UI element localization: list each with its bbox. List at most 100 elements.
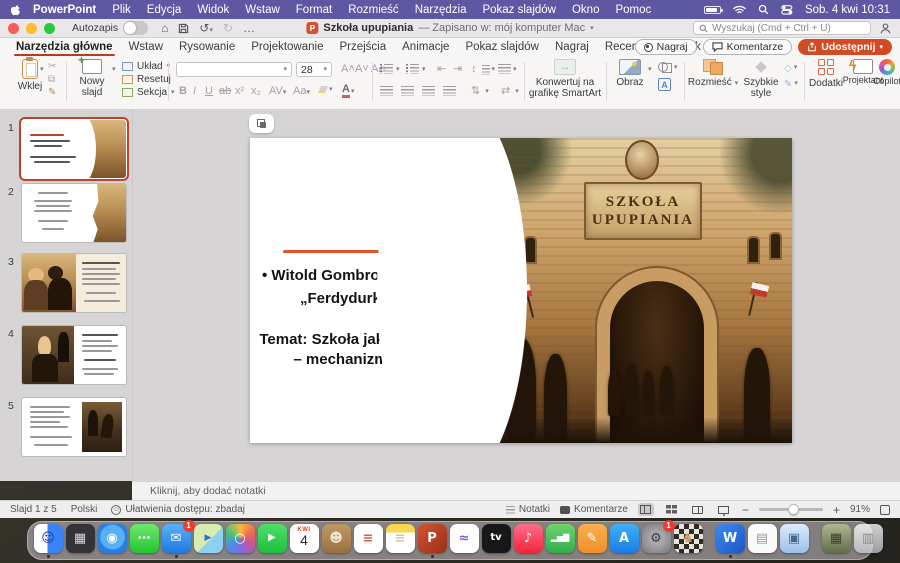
align-right-button[interactable]	[422, 86, 435, 96]
dock-icon-media-viewer[interactable]: ▣	[779, 524, 809, 558]
ribbon-tab[interactable]: Animacje	[394, 38, 457, 56]
language-selector[interactable]: Polski	[71, 504, 98, 515]
menu-item-plik[interactable]: Plik	[104, 4, 139, 16]
ribbon-tab[interactable]: Rysowanie	[171, 38, 243, 56]
zoom-level[interactable]: 91%	[850, 504, 870, 515]
slide-sorter-view-button[interactable]	[664, 503, 680, 516]
quick-styles-button[interactable]: ◆ Szybkie style	[740, 59, 782, 99]
accessibility-check[interactable]: ☺ Ułatwienia dostępu: zbadaj	[111, 504, 245, 515]
change-case-button[interactable]: Aa▾	[290, 86, 313, 97]
subscript-button[interactable]: x₂	[248, 86, 264, 97]
increase-indent-button[interactable]: ⇥	[450, 64, 465, 75]
share-button[interactable]: Udostępnij ▾	[798, 39, 892, 55]
layout-button[interactable]: Układ▾	[122, 61, 170, 72]
ribbon-tab[interactable]: Wstaw	[121, 38, 172, 56]
reading-view-button[interactable]	[690, 503, 706, 516]
presenter-view-button[interactable]	[716, 503, 732, 516]
zoom-slider[interactable]	[759, 508, 823, 511]
dock-icon-messages[interactable]: ⋯	[129, 524, 159, 558]
menu-item-narzedzia[interactable]: Narzędzia	[407, 4, 475, 16]
slide-thumbnail-1[interactable]	[22, 120, 126, 178]
ribbon-tab[interactable]: Narzędzia główne	[8, 38, 121, 56]
dock-icon-downloads-folder[interactable]: ▦	[821, 524, 851, 558]
dock-icon-finder[interactable]: ☺	[33, 524, 63, 558]
slide-illustration[interactable]: SZKOŁA UPUPIANIA	[492, 138, 792, 443]
italic-button[interactable]: I	[190, 86, 199, 97]
format-painter-icon[interactable]: ✎	[48, 88, 56, 98]
save-icon[interactable]	[173, 23, 194, 34]
dock-icon-app-store[interactable]: A	[609, 524, 639, 558]
close-window-button[interactable]	[8, 23, 19, 34]
dock-icon-numbers[interactable]: ▂▅▇	[545, 524, 575, 558]
redo-button[interactable]: ↻	[218, 19, 238, 38]
control-center-icon[interactable]	[781, 5, 793, 15]
dock-icon-apple-tv[interactable]: tv	[481, 524, 511, 558]
menu-item-powerpoint[interactable]: PowerPoint	[25, 4, 104, 16]
font-size-combo[interactable]: 28▾	[296, 62, 332, 77]
zoom-window-button[interactable]	[44, 23, 55, 34]
dock-icon-safari[interactable]: ◉	[97, 524, 127, 558]
spotlight-search-icon[interactable]	[758, 4, 769, 15]
ribbon-tab[interactable]: Pokaz slajdów	[457, 38, 547, 56]
shape-fill-button[interactable]: ◇▾	[784, 64, 797, 74]
shape-outline-button[interactable]: ✎▾	[784, 80, 798, 90]
ribbon-tab[interactable]: Nagraj	[547, 38, 597, 56]
paste-dropdown[interactable]: ▾	[40, 66, 44, 73]
line-spacing-button[interactable]: ↕▾	[468, 64, 495, 75]
dock-icon-contacts[interactable]: ☻	[321, 524, 351, 558]
document-title[interactable]: P Szkoła upupiania — Zapisano w: mój kom…	[306, 22, 593, 34]
font-color-button[interactable]: A ▾	[342, 84, 354, 98]
new-slide-button[interactable]: Nowy slajd	[70, 59, 114, 98]
dock-icon-word[interactable]: W	[715, 524, 745, 558]
menu-item-format[interactable]: Format	[288, 4, 340, 16]
highlight-color-button[interactable]: ▾	[318, 86, 333, 93]
dock-icon-freeform[interactable]: ≈	[449, 524, 479, 558]
dock-icon-powerpoint[interactable]: P	[417, 524, 447, 558]
dock-icon-calendar[interactable]: KWI 4	[289, 524, 319, 558]
bullets-button[interactable]: ▾	[380, 64, 400, 74]
record-button[interactable]: Nagraj	[635, 39, 697, 55]
home-icon[interactable]: ⌂	[156, 19, 173, 38]
numbering-button[interactable]: ▾	[406, 64, 426, 74]
dock-icon-mail[interactable]: ✉ 1	[161, 524, 191, 558]
menu-item-edycja[interactable]: Edycja	[139, 4, 190, 16]
search-input[interactable]: Wyszukaj (Cmd + Ctrl + U)	[693, 21, 871, 35]
picture-dropdown[interactable]: ▾	[648, 66, 652, 73]
zoom-out-button[interactable]: −	[742, 503, 749, 517]
justify-button[interactable]	[443, 86, 456, 96]
dock-icon-launchpad[interactable]: ▦	[65, 524, 95, 558]
cut-icon[interactable]: ✂	[48, 62, 56, 72]
align-center-button[interactable]	[401, 86, 414, 96]
dock-icon-reminders[interactable]: ≡	[353, 524, 383, 558]
fit-slide-to-window-button[interactable]	[880, 505, 890, 515]
apple-menu-icon[interactable]	[10, 3, 21, 16]
picture-button[interactable]: Obraz	[610, 59, 650, 88]
slide-thumbnail-5[interactable]	[22, 398, 126, 456]
menu-item-rozmiesc[interactable]: Rozmieść	[340, 4, 406, 16]
menu-item-wstaw[interactable]: Wstaw	[237, 4, 288, 16]
notes-pane[interactable]: Kliknij, aby dodać notatki	[132, 481, 900, 500]
dock-icon-document-app[interactable]: ▤	[747, 524, 777, 558]
normal-view-button[interactable]	[638, 503, 654, 516]
minimize-window-button[interactable]	[26, 23, 37, 34]
character-spacing-button[interactable]: AV▾	[266, 86, 289, 97]
bold-button[interactable]: B	[176, 86, 190, 97]
ribbon-tab[interactable]: Przejścia	[331, 38, 394, 56]
decrease-indent-button[interactable]: ⇤	[434, 64, 449, 75]
wifi-icon[interactable]	[733, 5, 746, 15]
dock-icon-maps[interactable]: ▶	[193, 524, 223, 558]
convert-to-smartart-button[interactable]: → Konwertuj na grafikę SmartArt	[528, 59, 602, 99]
copilot-button[interactable]: Copilot	[874, 59, 900, 87]
slide-canvas[interactable]: • Witold Gombrowicz „Ferdydurke” Temat: …	[250, 138, 792, 443]
reset-button[interactable]: Resetuj	[122, 74, 171, 85]
comments-toggle[interactable]: Komentarze	[560, 504, 628, 515]
menu-item-okno[interactable]: Okno	[564, 4, 608, 16]
canvas-quick-action-button[interactable]	[249, 114, 274, 133]
undo-button[interactable]: ↺▾	[194, 19, 218, 38]
slide-thumbnail-3[interactable]	[22, 254, 126, 312]
superscript-button[interactable]: x²	[232, 86, 247, 97]
battery-icon[interactable]	[704, 6, 721, 14]
dock-icon-photos[interactable]: ○	[225, 524, 255, 558]
new-slide-dropdown[interactable]: ▾	[112, 66, 116, 73]
copy-icon[interactable]: ⧉	[48, 75, 55, 85]
